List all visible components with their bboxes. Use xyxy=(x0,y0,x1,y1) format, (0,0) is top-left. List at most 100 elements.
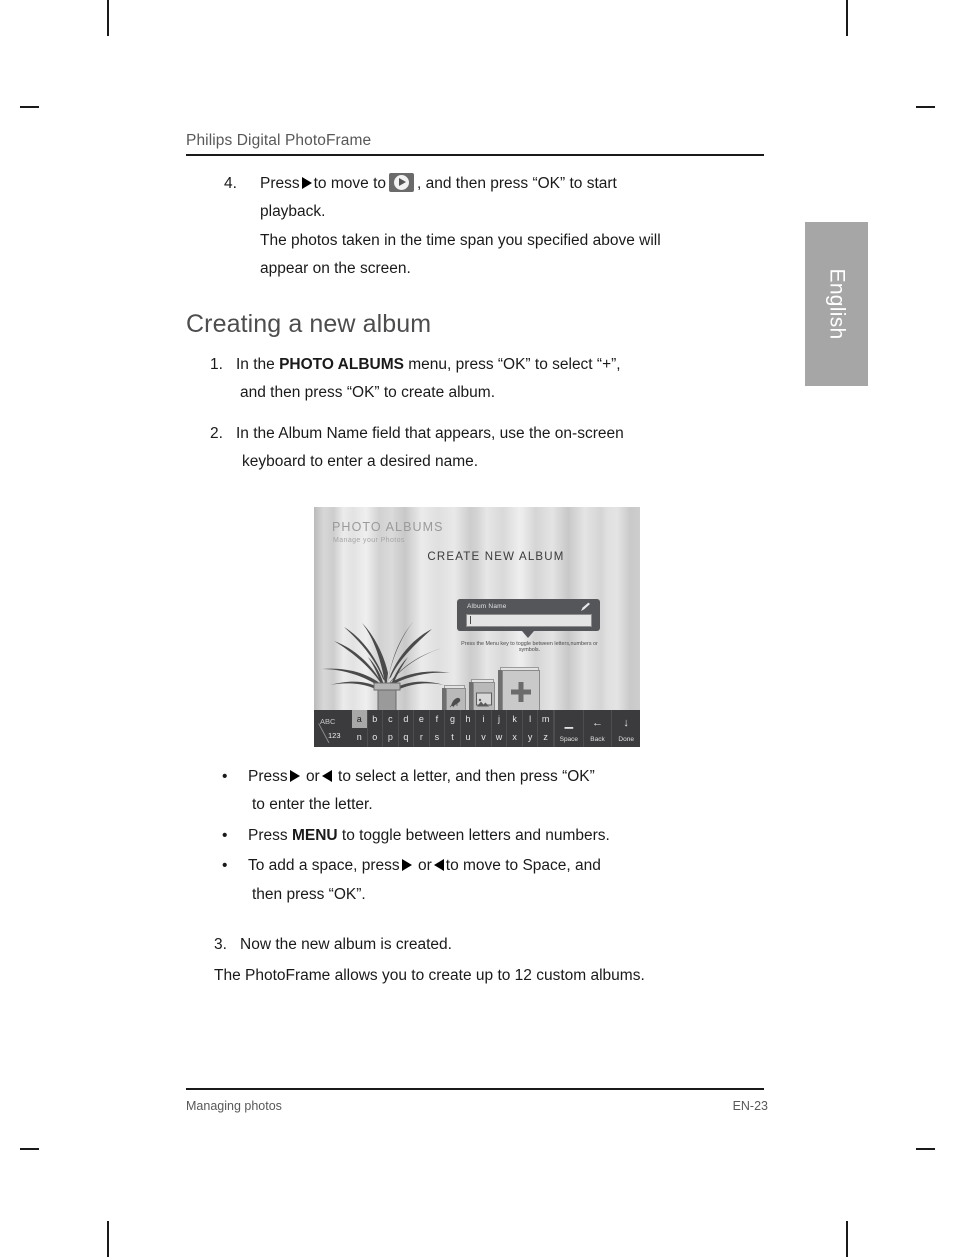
keyboard-key-f[interactable]: f xyxy=(430,709,446,729)
bullet-item: • Press or to select a letter, and then … xyxy=(222,763,768,820)
album-name-label: Album Name xyxy=(467,602,507,610)
photo-albums-emphasis: PHOTO ALBUMS xyxy=(279,355,404,373)
keyboard-mode-toggle[interactable]: ABC 123 xyxy=(314,710,352,747)
step-4-body: Press to move to , and then press “OK” to … xyxy=(260,170,661,284)
keyboard-row-1: abcdefghijklm xyxy=(352,709,554,729)
pencil-icon xyxy=(581,602,590,611)
list-item-body: In the Album Name field that appears, us… xyxy=(236,420,736,477)
onscreen-keyboard: ABC 123 abcdefghijklm nopqrstuvwxyz ▁ Spa… xyxy=(314,709,640,747)
album-name-panel: Album Name xyxy=(457,598,600,631)
keyboard-key-a[interactable]: a xyxy=(352,709,368,729)
step-4-line4: appear on the screen. xyxy=(260,260,411,278)
list-item: 1. In the PHOTO ALBUMS menu, press “OK” … xyxy=(186,351,768,408)
keyboard-key-q[interactable]: q xyxy=(399,728,415,747)
footer-row: Managing photos EN-23 xyxy=(186,1090,768,1113)
footer-page-number: EN-23 xyxy=(732,1098,768,1113)
keyboard-key-c[interactable]: c xyxy=(383,709,399,729)
photoframe-screen: PHOTO ALBUMS Manage your Photos CREATE N… xyxy=(314,506,640,747)
keyboard-key-o[interactable]: o xyxy=(368,728,384,747)
bullet-line2: to enter the letter. xyxy=(252,796,373,814)
list-item-text-a: In the xyxy=(236,355,280,373)
arrow-right-icon xyxy=(289,769,300,782)
album-book-icons xyxy=(442,663,552,715)
keyboard-key-d[interactable]: d xyxy=(399,709,415,729)
list-item-number: 1. xyxy=(210,355,223,373)
keyboard-key-h[interactable]: h xyxy=(461,709,477,729)
keyboard-key-label: Done xyxy=(618,735,634,743)
keyboard-key-done[interactable]: ↓ Done xyxy=(611,709,640,747)
keyboard-key-space[interactable]: ▁ Space xyxy=(554,709,583,747)
keyboard-key-w[interactable]: w xyxy=(492,728,508,747)
bullet-text-a: Press xyxy=(248,826,292,844)
panel-pointer-arrow xyxy=(522,630,534,638)
keyboard-row-2: nopqrstuvwxyz xyxy=(352,728,554,747)
keyboard-key-k[interactable]: k xyxy=(507,709,523,729)
space-icon: ▁ xyxy=(564,716,574,729)
album-book-create-new[interactable] xyxy=(498,667,540,715)
keyboard-key-m[interactable]: m xyxy=(538,709,554,729)
step-4-line3: The photos taken in the time span you sp… xyxy=(260,231,661,249)
bullet-text-c: to move to Space, and xyxy=(445,857,601,875)
list-item-number: 2. xyxy=(210,424,223,442)
bullet-marker: • xyxy=(222,826,228,844)
keyboard-toggle-123: 123 xyxy=(328,730,341,740)
bullet-text-b: or xyxy=(305,767,320,785)
keyboard-key-label: Back xyxy=(590,735,605,743)
album-name-input[interactable] xyxy=(466,613,592,627)
bullet-body: Press MENU to toggle between letters and… xyxy=(248,822,698,851)
keyboard-key-u[interactable]: u xyxy=(461,728,477,747)
sketch-thumbnail-icon xyxy=(449,697,461,707)
numbered-list: 1. In the PHOTO ALBUMS menu, press “OK” … xyxy=(186,351,768,477)
back-icon: ← xyxy=(592,716,603,729)
page-footer: Managing photos EN-23 xyxy=(186,1088,768,1113)
landscape-photo-icon xyxy=(477,698,489,707)
list-item-number: 3. xyxy=(214,936,227,954)
language-tab: English xyxy=(805,222,868,386)
keyboard-key-v[interactable]: v xyxy=(476,728,492,747)
keyboard-key-n[interactable]: n xyxy=(352,728,368,747)
bullet-body: Press or to select a letter, and then pr… xyxy=(248,763,698,820)
keyboard-key-r[interactable]: r xyxy=(414,728,430,747)
bullet-item: • To add a space, press or to move to Spa… xyxy=(222,852,768,909)
crop-mark-bottom-left-horizontal xyxy=(20,1148,39,1150)
step-4: 4. Press to move to , and then press “OK” … xyxy=(224,170,768,284)
keyboard-key-b[interactable]: b xyxy=(368,709,384,729)
crop-mark-bottom-left-vertical xyxy=(107,1221,109,1257)
keyboard-key-s[interactable]: s xyxy=(430,728,446,747)
page-header-title: Philips Digital PhotoFrame xyxy=(186,132,372,149)
list-item-body: In the PHOTO ALBUMS menu, press “OK” to … xyxy=(236,351,736,408)
keyboard-key-j[interactable]: j xyxy=(492,709,508,729)
step-4-line2: playback. xyxy=(260,203,326,221)
keyboard-key-back[interactable]: ← Back xyxy=(582,709,612,747)
page-title: Creating a new album xyxy=(186,309,432,338)
keyboard-key-i[interactable]: i xyxy=(476,709,492,729)
keyboard-key-e[interactable]: e xyxy=(414,709,430,729)
menu-emphasis: MENU xyxy=(291,826,338,844)
keyboard-key-g[interactable]: g xyxy=(445,709,461,729)
keyboard-key-y[interactable]: y xyxy=(523,728,539,747)
photo-thumbnail-icon xyxy=(476,692,492,707)
arrow-left-icon xyxy=(433,859,444,872)
language-tab-label: English xyxy=(825,268,849,340)
keyboard-key-t[interactable]: t xyxy=(445,728,461,747)
closing-line2: The PhotoFrame allows you to create up t… xyxy=(214,966,645,984)
bullet-body: To add a space, press or to move to Space… xyxy=(248,852,698,909)
keyboard-key-l[interactable]: l xyxy=(523,709,539,729)
crop-mark-top-right-horizontal xyxy=(916,106,935,108)
keyboard-key-z[interactable]: z xyxy=(538,728,554,747)
list-item: 2. In the Album Name field that appears,… xyxy=(186,420,768,477)
step-4-text-b: to move to xyxy=(313,174,386,192)
bullet-list: • Press or to select a letter, and then … xyxy=(222,763,768,910)
keyboard-key-p[interactable]: p xyxy=(383,728,399,747)
footer-section-label: Managing photos xyxy=(186,1098,282,1113)
bullet-text-c: to select a letter, and then press “OK” xyxy=(338,767,595,785)
list-item-text-b: menu, press “OK” to select “+”, xyxy=(403,355,621,373)
keyboard-key-x[interactable]: x xyxy=(507,728,523,747)
plus-icon-vertical xyxy=(518,682,524,703)
arrow-left-icon xyxy=(321,769,332,782)
keyboard-function-keys: ▁ Space ← Back ↓ Done xyxy=(554,709,640,747)
step-4-number: 4. xyxy=(224,174,237,192)
done-icon: ↓ xyxy=(623,716,629,729)
bullet-item: • Press MENU to toggle between letters a… xyxy=(222,822,768,851)
crop-mark-top-left-vertical xyxy=(107,0,109,36)
